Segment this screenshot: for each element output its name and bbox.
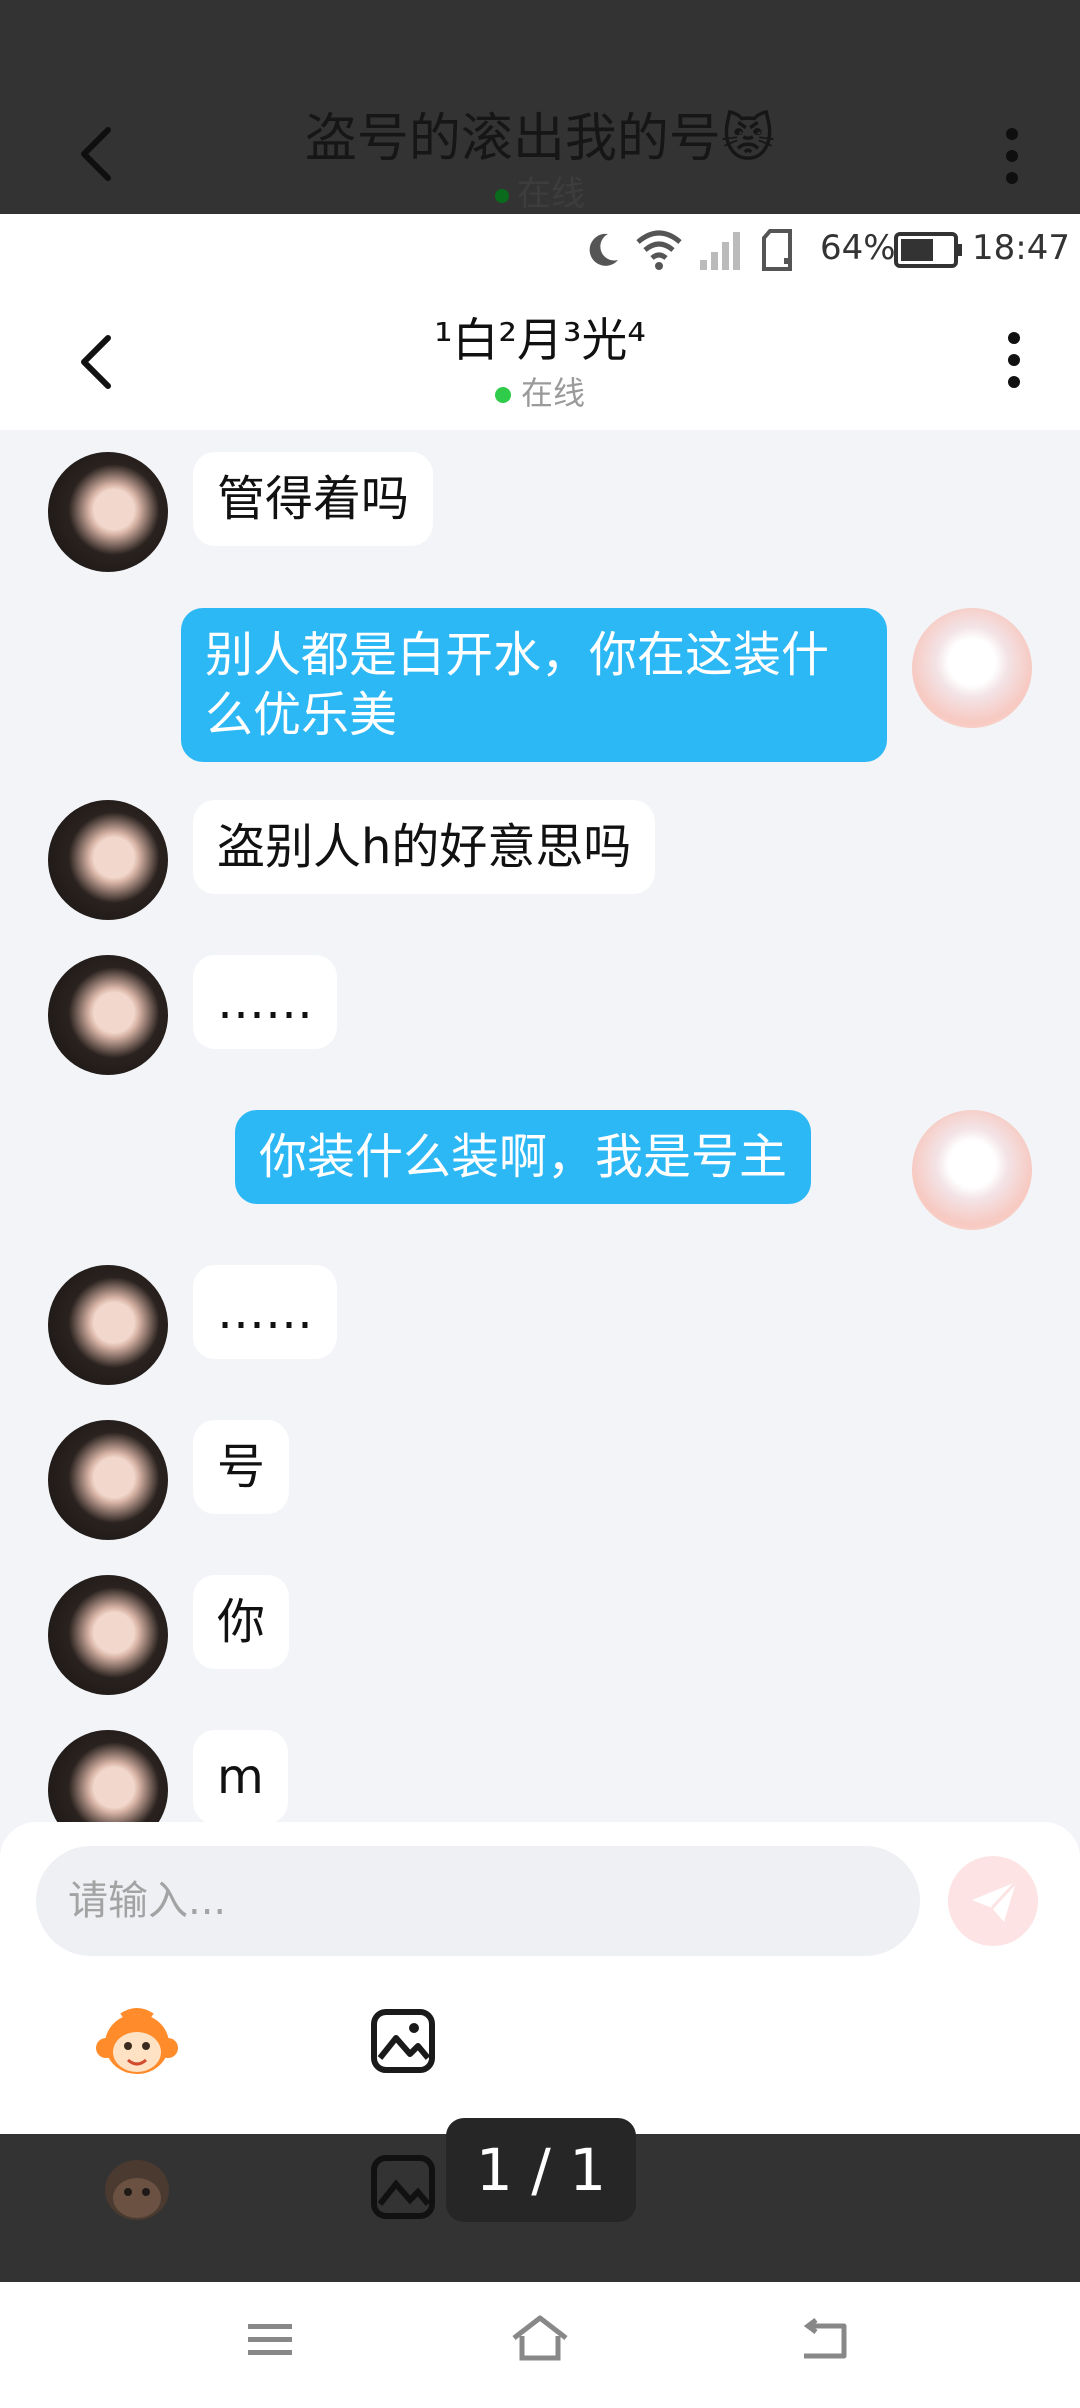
message-bubble: ……: [193, 1265, 337, 1359]
menu-icon[interactable]: [246, 2320, 294, 2360]
message-bubble: 盗别人h的好意思吗: [193, 800, 656, 894]
nav-back-icon[interactable]: [798, 2318, 850, 2362]
message-input[interactable]: [36, 1846, 920, 1956]
home-icon[interactable]: [510, 2314, 570, 2364]
overlay-sticker-icon: [105, 2160, 169, 2220]
message-bubble-self: 你装什么装啊，我是号主: [235, 1110, 812, 1204]
contact-avatar[interactable]: [48, 800, 168, 920]
chat-title: ¹白²月³光⁴: [434, 313, 646, 367]
send-button[interactable]: [948, 1856, 1038, 1946]
overlay-status-label: 在线: [517, 174, 585, 214]
more-options-icon[interactable]: [1004, 332, 1024, 388]
wifi-icon: [636, 230, 682, 270]
contact-avatar[interactable]: [48, 452, 168, 572]
message-bubble: m: [193, 1730, 288, 1824]
battery-icon: [894, 232, 962, 268]
overlay-online-dot: [495, 188, 509, 203]
contact-avatar[interactable]: [48, 955, 168, 1075]
self-avatar[interactable]: [912, 1110, 1032, 1230]
message-bubble: 管得着吗: [193, 452, 434, 546]
online-dot: [494, 387, 511, 403]
page-indicator: 1 / 1: [446, 2118, 636, 2222]
overlay-image-icon: [371, 2155, 435, 2219]
image-picker-icon[interactable]: [370, 2008, 436, 2074]
online-status-label: 在线: [520, 374, 585, 412]
self-avatar[interactable]: [912, 608, 1032, 728]
message-bubble-self: 别人都是白开水，你在这装什么优乐美: [181, 608, 887, 762]
battery-percent: 64%: [820, 228, 896, 268]
contact-avatar[interactable]: [48, 1420, 168, 1540]
chat-header: ¹白²月³光⁴ 在线: [0, 284, 1080, 430]
contact-avatar[interactable]: [48, 1575, 168, 1695]
sim-icon: [762, 229, 792, 271]
overlay-status: 在线: [0, 166, 1080, 215]
send-icon: [972, 1880, 1018, 1922]
message-bubble: ……: [193, 955, 337, 1049]
online-status: 在线: [0, 368, 1080, 414]
top-overlay: 盗号的滚出我的号😾 在线: [0, 0, 1080, 214]
sticker-button[interactable]: [92, 2006, 182, 2078]
moon-icon: [589, 233, 618, 266]
overlay-more-icon: [1006, 128, 1018, 184]
clock: 18:47: [972, 228, 1070, 268]
contact-avatar[interactable]: [48, 1265, 168, 1385]
message-bubble: 你: [193, 1575, 290, 1669]
navigation-bar: [0, 2282, 1080, 2408]
signal-icon: [700, 232, 740, 270]
status-bar: 64% 18:47: [0, 214, 1080, 284]
overlay-title: 盗号的滚出我的号😾: [304, 109, 776, 169]
message-bubble: 号: [193, 1420, 290, 1514]
